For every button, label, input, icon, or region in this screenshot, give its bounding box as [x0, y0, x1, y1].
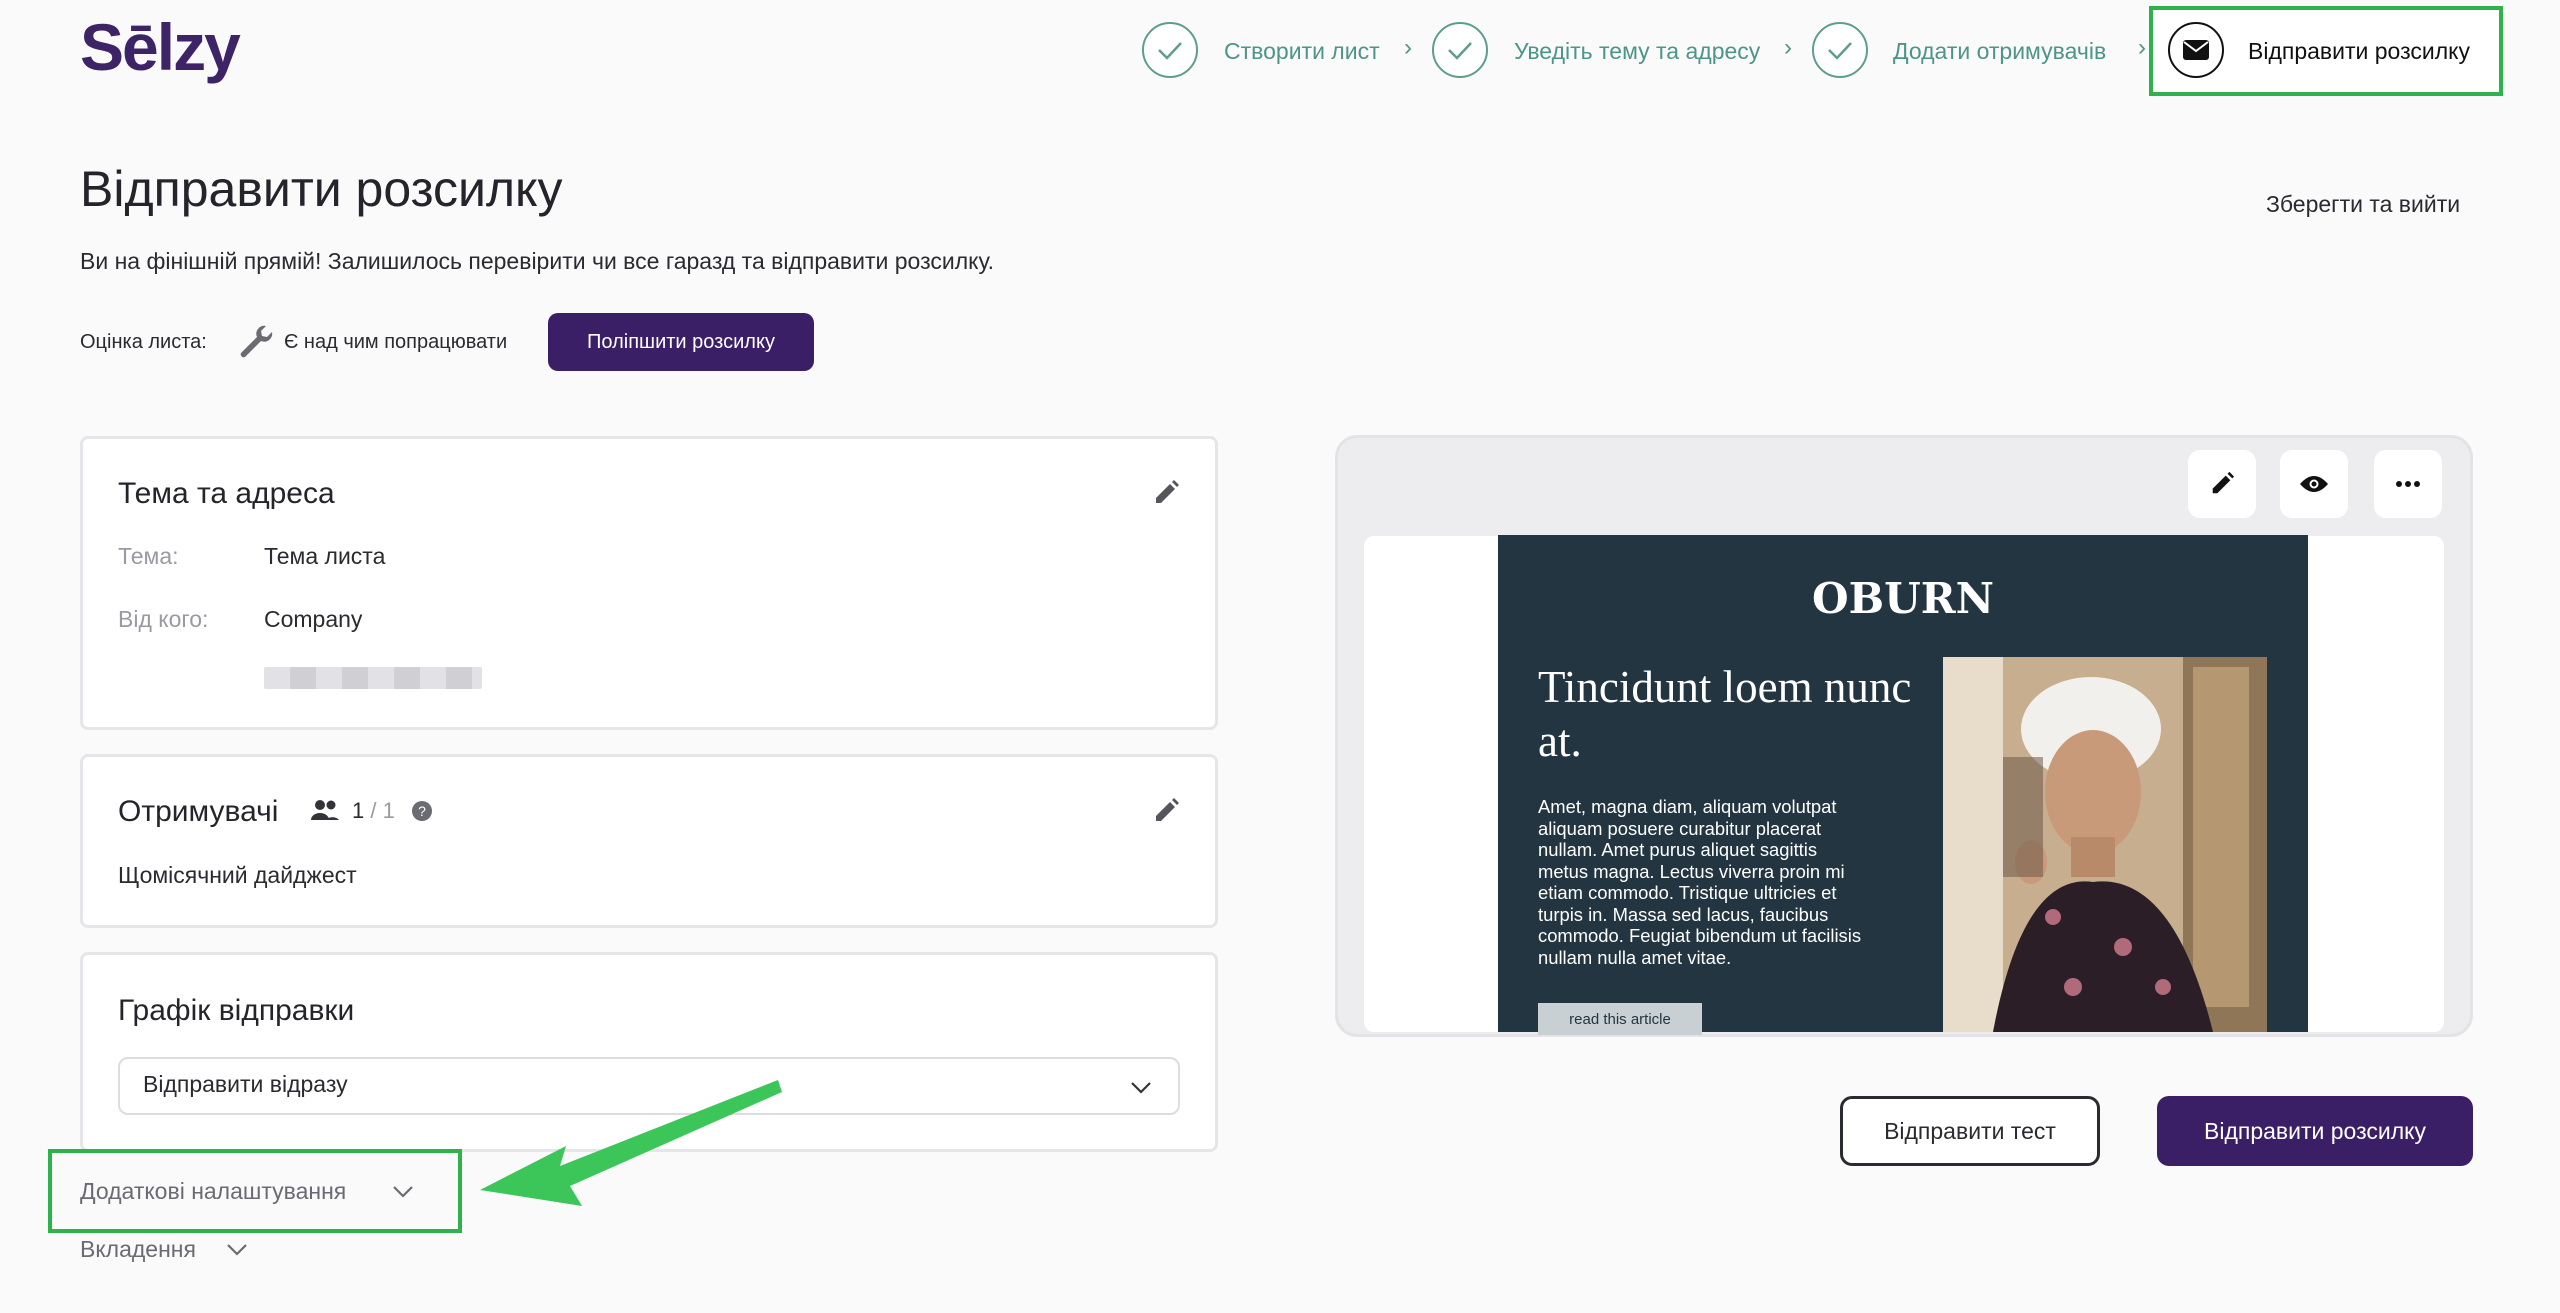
rating-value: Є над чим попрацювати — [284, 331, 508, 353]
additional-settings-toggle[interactable]: Додаткові налаштування — [80, 1180, 346, 1203]
email-headline: Tincidunt loem nunc at. — [1538, 662, 1912, 766]
send-test-button[interactable]: Відправити тест — [1840, 1096, 2100, 1166]
step-1-label[interactable]: Створити лист — [1224, 40, 1380, 63]
edit-subject-pencil-icon[interactable] — [1152, 479, 1180, 507]
blurred-email-address — [264, 667, 482, 689]
step-2-label[interactable]: Уведіть тему та адресу — [1514, 40, 1760, 63]
attachments-toggle[interactable]: Вкладення — [80, 1238, 196, 1261]
eye-icon[interactable] — [2280, 450, 2348, 518]
more-options-icon[interactable] — [2374, 450, 2442, 518]
step-2-check-icon — [1432, 22, 1488, 78]
recipients-list-name: Щомісячний дайджест — [118, 862, 357, 888]
people-icon — [310, 798, 340, 822]
email-body-text: Amet, magna diam, aliquam volutpat aliqu… — [1538, 796, 1862, 968]
save-and-exit-link[interactable]: Зберегти та вийти — [2266, 193, 2460, 216]
svg-text:?: ? — [418, 803, 426, 819]
step-3-label[interactable]: Додати отримувачів — [1893, 40, 2106, 63]
recipients-card-title: Отримувачі — [118, 795, 279, 828]
selzy-logo[interactable]: Sēlzy — [80, 14, 241, 80]
from-label: Від кого: — [118, 606, 209, 632]
chevron-down-icon — [1128, 1074, 1154, 1100]
send-schedule-value: Відправити відразу — [143, 1071, 348, 1097]
rating-label: Оцінка листа: — [80, 331, 207, 353]
email-photo — [1943, 657, 2267, 1032]
page-title: Відправити розсилку — [80, 161, 563, 217]
subject-card-title: Тема та адреса — [118, 477, 335, 510]
schedule-card-title: Графік відправки — [118, 994, 355, 1027]
envelope-icon — [2168, 22, 2224, 78]
step-4-label[interactable]: Відправити розсилку — [2248, 40, 2470, 63]
page-subtitle: Ви на фінішній прямій! Залишилось переві… — [80, 248, 995, 274]
edit-recipients-pencil-icon[interactable] — [1152, 797, 1180, 825]
recipients-card — [80, 754, 1218, 928]
improve-campaign-button[interactable]: Поліпшити розсилку — [548, 313, 814, 371]
email-cta-button: read this article — [1538, 1003, 1702, 1035]
subject-label: Тема: — [118, 543, 179, 569]
send-campaign-button[interactable]: Відправити розсилку — [2157, 1096, 2473, 1166]
wrench-icon — [236, 322, 276, 362]
step-separator: › — [1404, 34, 1412, 61]
chevron-down-icon[interactable] — [224, 1236, 250, 1262]
edit-pencil-icon[interactable] — [2188, 450, 2256, 518]
email-brand: OBURN — [1811, 574, 1994, 623]
recipients-count: 1 / 1 — [352, 798, 395, 823]
green-arrow-annotation — [470, 1070, 790, 1210]
step-separator: › — [1784, 34, 1792, 61]
subject-value: Тема листа — [264, 543, 386, 569]
step-1-check-icon — [1142, 22, 1198, 78]
chevron-down-icon[interactable] — [390, 1178, 416, 1204]
from-value: Company — [264, 606, 363, 632]
step-3-check-icon — [1812, 22, 1868, 78]
step-separator: › — [2138, 34, 2146, 61]
help-icon[interactable]: ? — [411, 800, 433, 822]
